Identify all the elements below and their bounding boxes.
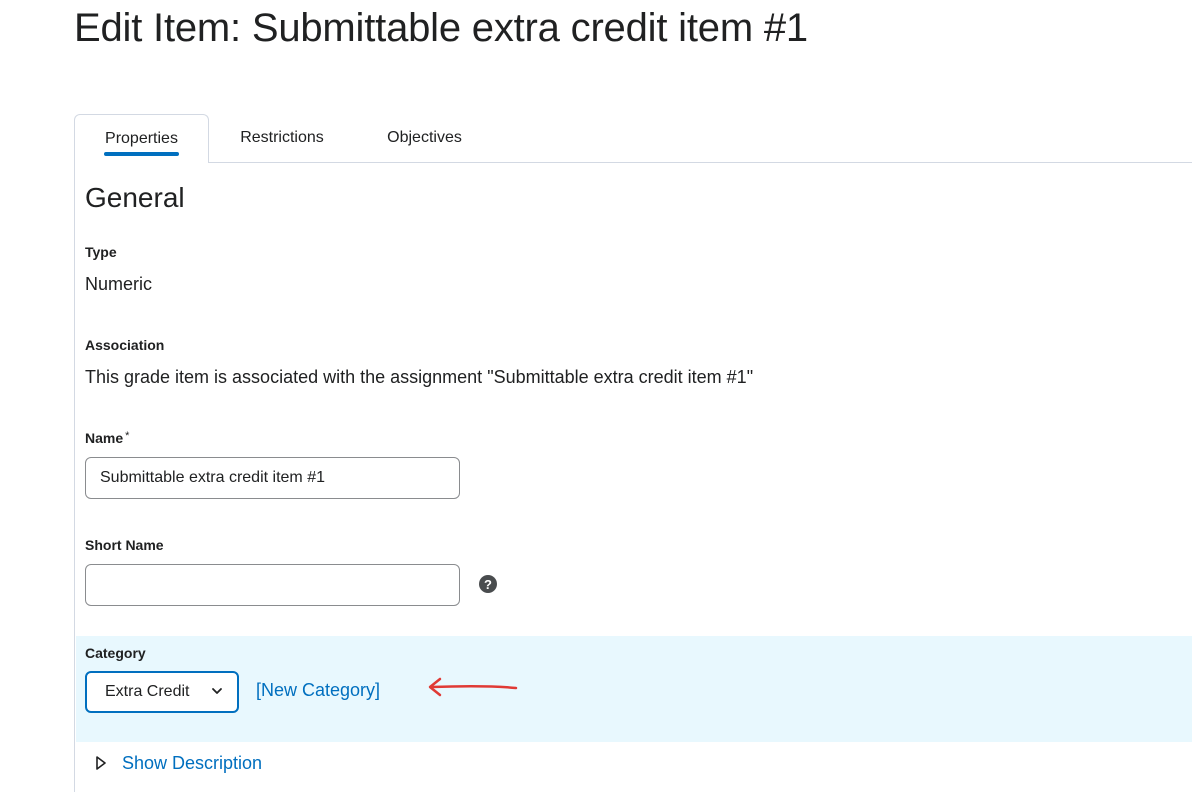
properties-panel: General Type Numeric Association This gr…	[74, 162, 1192, 792]
short-name-input[interactable]	[85, 564, 460, 606]
tab-strip: Properties Restrictions Objectives	[74, 114, 1192, 163]
association-value: This grade item is associated with the a…	[85, 367, 754, 387]
category-select[interactable]: Extra Credit	[85, 671, 239, 713]
category-label: Category	[85, 645, 146, 661]
tab-restrictions[interactable]: Restrictions	[224, 114, 340, 162]
section-heading-general: General	[85, 182, 185, 213]
help-icon[interactable]: ?	[479, 575, 497, 593]
type-value: Numeric	[85, 274, 153, 294]
annotation-arrow-icon	[428, 677, 518, 697]
tab-properties[interactable]: Properties	[74, 114, 209, 163]
chevron-down-icon	[212, 688, 222, 694]
type-label: Type	[85, 244, 117, 260]
active-tab-indicator	[104, 152, 179, 156]
category-section: Category Extra Credit [New Category]	[76, 636, 1192, 742]
name-input[interactable]	[85, 457, 460, 499]
tab-objectives-label: Objectives	[387, 129, 462, 146]
association-label: Association	[85, 337, 165, 353]
page-title: Edit Item: Submittable extra credit item…	[74, 6, 808, 50]
caret-right-icon	[96, 756, 106, 770]
category-selected-value: Extra Credit	[105, 683, 190, 700]
show-description-toggle[interactable]: Show Description	[94, 750, 262, 776]
show-description-label: Show Description	[122, 752, 263, 773]
short-name-label: Short Name	[85, 537, 164, 553]
name-label-text: Name	[85, 430, 124, 446]
new-category-link[interactable]: [New Category]	[256, 680, 380, 701]
tab-properties-label: Properties	[105, 130, 178, 147]
name-label: Name *	[85, 430, 129, 446]
required-marker: *	[125, 430, 130, 442]
tab-restrictions-label: Restrictions	[240, 129, 324, 146]
tab-objectives[interactable]: Objectives	[374, 114, 475, 162]
